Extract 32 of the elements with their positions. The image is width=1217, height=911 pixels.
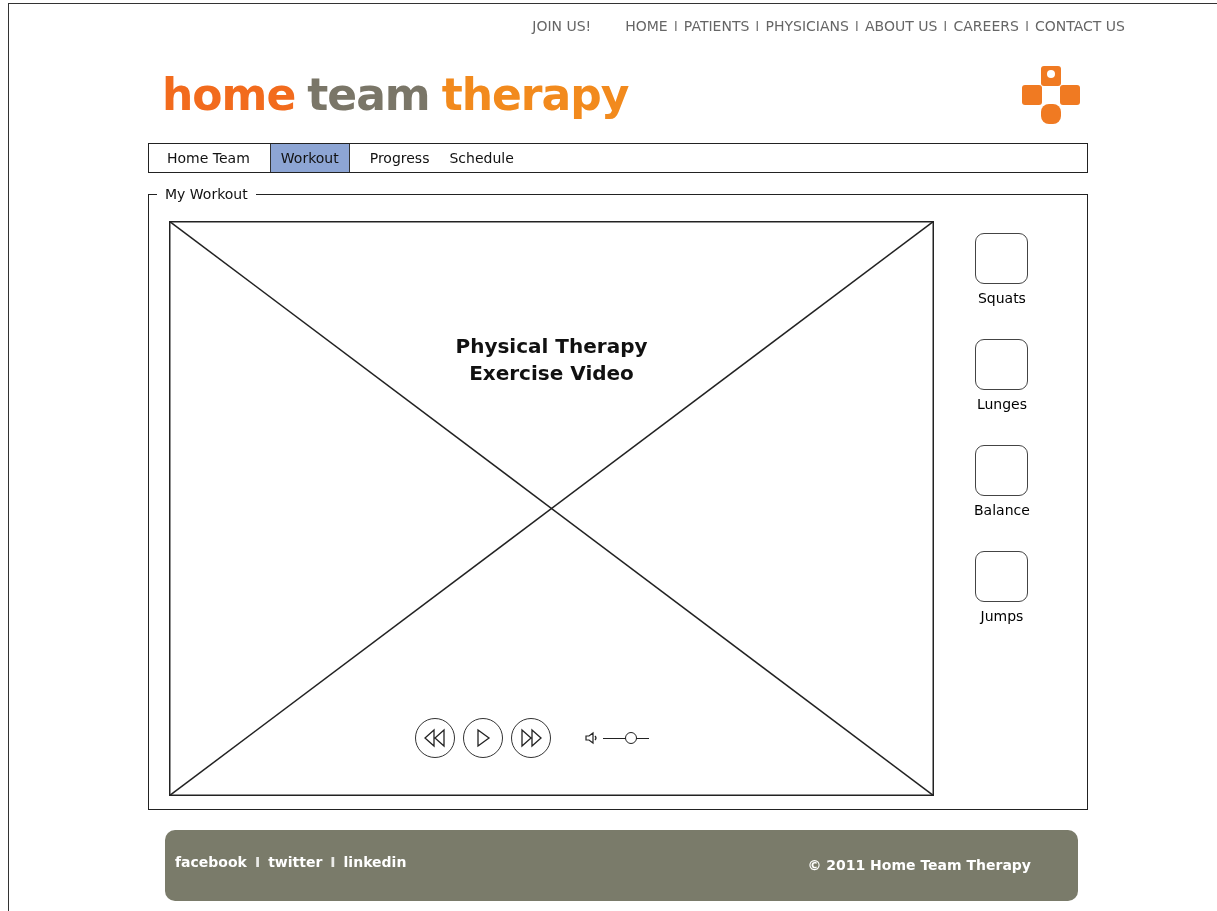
- separator-text: I: [330, 853, 336, 872]
- logo-icon: [1022, 66, 1080, 124]
- nav-tab[interactable]: Schedule: [439, 144, 524, 172]
- nav-link[interactable]: twitter: [266, 852, 325, 873]
- play-icon: [475, 728, 491, 748]
- join-link[interactable]: JOIN US!: [532, 16, 592, 37]
- fast-forward-icon: [518, 728, 544, 748]
- nav-link[interactable]: linkedin: [341, 852, 409, 873]
- speaker-icon: [585, 731, 599, 745]
- nav-link[interactable]: ABOUT US: [863, 16, 940, 37]
- separator-text: I: [254, 853, 261, 872]
- logo-word: therapy: [441, 68, 629, 122]
- separator-text: I: [854, 17, 859, 36]
- nav-link[interactable]: CONTACT US: [1033, 16, 1127, 37]
- nav-link[interactable]: CAREERS: [951, 16, 1021, 37]
- video-title: Physical Therapy Exercise Video: [169, 333, 934, 387]
- separator-text: I: [1024, 17, 1029, 36]
- nav-link[interactable]: HOME: [623, 16, 670, 37]
- nav-link[interactable]: facebook: [173, 852, 249, 873]
- nav-tab[interactable]: Home Team: [157, 144, 260, 172]
- logo-word: team: [307, 68, 430, 122]
- separator-text: I: [943, 17, 948, 36]
- nav-link[interactable]: PATIENTS: [681, 16, 752, 37]
- nav-link[interactable]: PHYSICIANS: [763, 16, 851, 37]
- rewind-icon: [422, 728, 448, 748]
- volume-slider[interactable]: [603, 732, 649, 744]
- nav-tab[interactable]: Workout: [269, 144, 350, 172]
- separator-text: I: [755, 17, 760, 36]
- nav-tab[interactable]: Progress: [359, 144, 440, 172]
- copyright-text: © 2011 Home Team Therapy: [807, 856, 1031, 875]
- logo-word: home: [162, 68, 296, 122]
- separator-text: I: [673, 17, 678, 36]
